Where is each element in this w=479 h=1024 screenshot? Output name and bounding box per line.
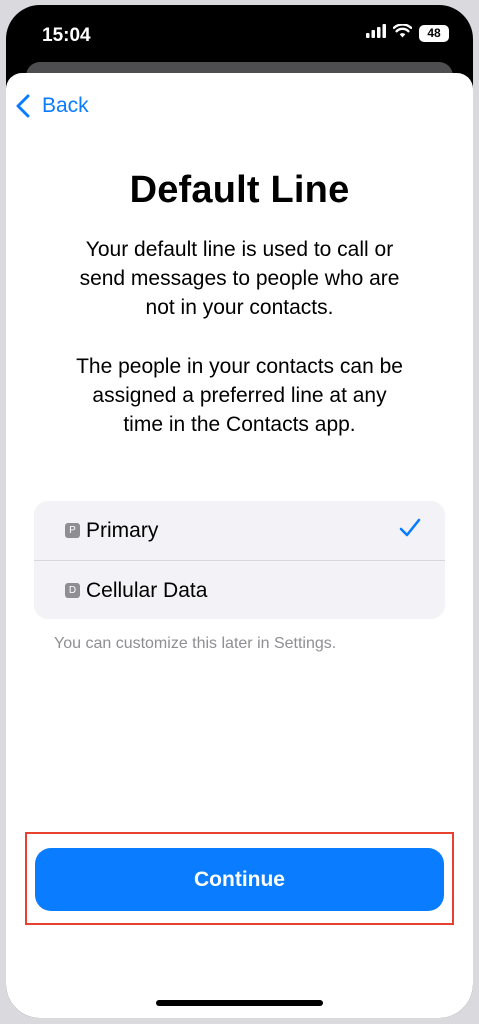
status-bar: 15:04 48 bbox=[6, 5, 473, 65]
phone-frame: 15:04 48 Back Default Line Your default … bbox=[0, 0, 479, 1024]
line-option-label: Cellular Data bbox=[86, 578, 208, 602]
cellular-signal-icon bbox=[366, 24, 386, 43]
line-option-label: Primary bbox=[86, 518, 159, 542]
settings-footnote: You can customize this later in Settings… bbox=[54, 635, 337, 652]
default-line-sheet: Back Default Line Your default line is u… bbox=[6, 73, 473, 1018]
line-option-primary[interactable]: P Primary bbox=[34, 501, 445, 560]
battery-icon: 48 bbox=[419, 25, 449, 42]
status-icons: 48 bbox=[366, 23, 449, 43]
chevron-left-icon bbox=[16, 94, 30, 118]
line-badge-d: D bbox=[65, 583, 80, 598]
continue-button[interactable]: Continue bbox=[35, 848, 444, 911]
status-time: 15:04 bbox=[42, 25, 91, 46]
description-paragraph-2: The people in your contacts can be assig… bbox=[76, 355, 403, 436]
home-indicator[interactable] bbox=[156, 1000, 323, 1006]
back-button[interactable]: Back bbox=[16, 94, 89, 118]
description-paragraph-1: Your default line is used to call or sen… bbox=[79, 238, 400, 319]
wifi-icon bbox=[392, 23, 413, 43]
back-label: Back bbox=[42, 94, 89, 117]
screen: 15:04 48 Back Default Line Your default … bbox=[6, 5, 473, 1018]
line-options-list: P Primary D Cellular Data bbox=[34, 501, 445, 619]
line-option-cellular-data[interactable]: D Cellular Data bbox=[34, 560, 445, 619]
line-badge-p: P bbox=[65, 523, 80, 538]
page-title: Default Line bbox=[129, 169, 350, 211]
checkmark-icon bbox=[399, 518, 421, 543]
